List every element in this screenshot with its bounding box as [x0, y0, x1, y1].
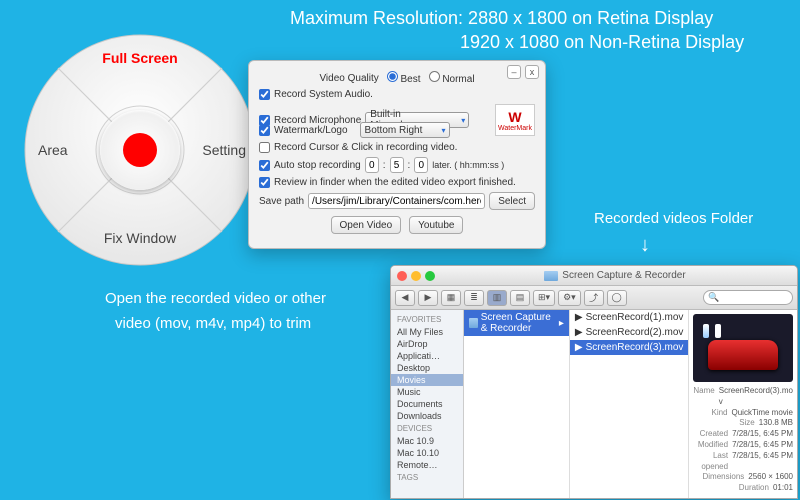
finder-window: Screen Capture & Recorder ◀ ▶ ▦ ≣ ▥ ▤ ⊞▾…	[390, 265, 798, 499]
lbl-system-audio: Record System Audio.	[274, 89, 373, 100]
traffic-minimize[interactable]	[411, 271, 421, 281]
lbl-autostop: Auto stop recording	[274, 160, 361, 171]
quality-best[interactable]: Best	[387, 71, 421, 85]
finder-search[interactable]: 🔍	[703, 290, 793, 305]
lbl-autostop-suffix: later. ( hh:mm:ss )	[432, 160, 504, 170]
sb-downloads[interactable]: Downloads	[391, 410, 463, 422]
radial-menu: Full Screen Setting Fix Window Area	[20, 30, 260, 270]
video-thumbnail	[693, 314, 793, 382]
autostop-minutes[interactable]	[390, 157, 404, 173]
sb-applications[interactable]: Applicati…	[391, 350, 463, 362]
sb-mac1010[interactable]: Mac 10.10	[391, 447, 463, 459]
file-2[interactable]: ▶ ScreenRecord(2).mov	[570, 325, 689, 340]
lbl-watermark: Watermark/Logo	[274, 125, 348, 136]
finder-toolbar: ◀ ▶ ▦ ≣ ▥ ▤ ⊞▾ ⚙▾ ⤴ ◯ 🔍	[391, 286, 797, 310]
nav-fwd-button[interactable]: ▶	[418, 290, 438, 306]
autostop-hours[interactable]	[365, 157, 379, 173]
sb-header-dev: DEVICES	[391, 422, 463, 435]
savepath-input[interactable]	[308, 193, 485, 209]
finder-titlebar: Screen Capture & Recorder	[391, 266, 797, 286]
sb-header-fav: FAVORITES	[391, 313, 463, 326]
finder-preview: NameScreenRecord(3).mo v KindQuickTime m…	[689, 310, 797, 498]
lbl-review: Review in finder when the edited video e…	[274, 177, 516, 188]
finder-column-1: Screen Capture & Recorder▸	[464, 310, 570, 498]
traffic-close[interactable]	[397, 271, 407, 281]
watermark-preview: W WaterMark	[495, 104, 535, 136]
file-1[interactable]: ▶ ScreenRecord(1).mov	[570, 310, 689, 325]
finder-title-text: Screen Capture & Recorder	[562, 270, 685, 281]
sb-remote[interactable]: Remote…	[391, 459, 463, 471]
arrange-button[interactable]: ⊞▾	[533, 290, 555, 306]
sb-desktop[interactable]: Desktop	[391, 362, 463, 374]
youtube-button[interactable]: Youtube	[409, 216, 463, 234]
sb-music[interactable]: Music	[391, 386, 463, 398]
finder-column-2: ▶ ScreenRecord(1).mov ▶ ScreenRecord(2).…	[570, 310, 690, 498]
view-columns-button[interactable]: ▥	[487, 290, 507, 306]
sb-all-my-files[interactable]: All My Files	[391, 326, 463, 338]
folder-icon	[469, 318, 478, 328]
tags-button[interactable]: ◯	[607, 290, 627, 306]
lbl-cursor: Record Cursor & Click in recording video…	[274, 142, 457, 153]
chk-autostop[interactable]	[259, 160, 270, 171]
folder-icon	[544, 271, 558, 281]
explain-folder: Recorded videos Folder	[594, 210, 753, 227]
chk-system-audio[interactable]	[259, 89, 270, 100]
arrow-down-icon: ↓	[640, 234, 650, 257]
sb-documents[interactable]: Documents	[391, 398, 463, 410]
chk-watermark[interactable]	[259, 125, 270, 136]
close-button[interactable]: x	[525, 65, 539, 79]
view-list-button[interactable]: ≣	[464, 290, 484, 306]
chk-cursor[interactable]	[259, 142, 270, 153]
quality-normal[interactable]: Normal	[429, 71, 475, 85]
video-quality-label: Video Quality	[319, 73, 378, 84]
headline-resolution-1: Maximum Resolution: 2880 x 1800 on Retin…	[290, 8, 713, 29]
record-icon	[123, 133, 157, 167]
search-icon: 🔍	[708, 292, 719, 303]
select-path-button[interactable]: Select	[489, 192, 535, 210]
file-3[interactable]: ▶ ScreenRecord(3).mov	[570, 340, 689, 355]
traffic-zoom[interactable]	[425, 271, 435, 281]
headline-resolution-2: 1920 x 1080 on Non-Retina Display	[460, 32, 744, 53]
folder-screen-capture[interactable]: Screen Capture & Recorder▸	[464, 310, 569, 336]
view-cover-button[interactable]: ▤	[510, 290, 530, 306]
finder-sidebar: FAVORITES All My Files AirDrop Applicati…	[391, 310, 464, 498]
open-video-button[interactable]: Open Video	[331, 216, 402, 234]
chk-review[interactable]	[259, 177, 270, 188]
lbl-savepath: Save path	[259, 196, 304, 207]
settings-panel: – x Video Quality Best Normal Record Sys…	[248, 60, 546, 249]
file-metadata: NameScreenRecord(3).mo v KindQuickTime m…	[693, 386, 793, 494]
sb-mac109[interactable]: Mac 10.9	[391, 435, 463, 447]
minimize-button[interactable]: –	[507, 65, 521, 79]
explain-open-video-1: Open the recorded video or other	[105, 290, 326, 307]
watermark-position-select[interactable]: Bottom Right	[360, 122, 450, 138]
sb-movies[interactable]: Movies	[391, 374, 463, 386]
action-button[interactable]: ⚙▾	[558, 290, 581, 306]
sb-airdrop[interactable]: AirDrop	[391, 338, 463, 350]
view-icons-button[interactable]: ▦	[441, 290, 461, 306]
autostop-seconds[interactable]	[414, 157, 428, 173]
record-button[interactable]	[100, 110, 180, 190]
sb-header-tags: TAGS	[391, 471, 463, 484]
explain-open-video-2: video (mov, m4v, mp4) to trim	[115, 315, 311, 332]
nav-back-button[interactable]: ◀	[395, 290, 415, 306]
share-button[interactable]: ⤴	[584, 290, 604, 306]
